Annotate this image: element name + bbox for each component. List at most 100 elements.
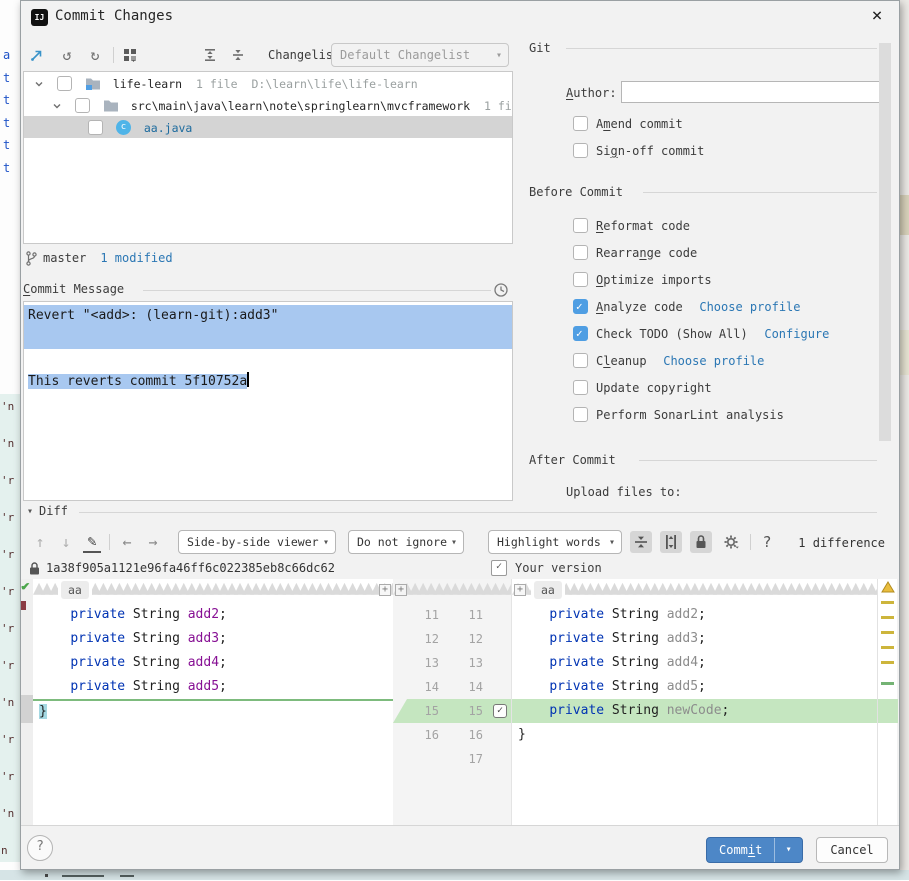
expand-collapsed-icon[interactable]: + bbox=[514, 584, 526, 596]
history-clock-icon[interactable] bbox=[493, 282, 509, 298]
checkbox-reformat-code[interactable] bbox=[573, 218, 588, 233]
line-number: 16 bbox=[469, 723, 483, 747]
diff-collapse-chevron-icon[interactable]: ▾ bbox=[27, 506, 33, 517]
line-number: 11 bbox=[425, 603, 439, 627]
highlight-select[interactable]: Highlight words▾ bbox=[488, 530, 622, 554]
tree-row-file-selected[interactable]: c aa.java bbox=[24, 116, 512, 138]
diff-section-header: Diff bbox=[39, 504, 68, 518]
move-to-changelist-icon[interactable] bbox=[29, 47, 49, 63]
checkbox-optimize-imports[interactable] bbox=[573, 272, 588, 287]
sonarlint-label: Perform SonarLint analysis bbox=[596, 408, 784, 422]
expand-all-icon[interactable] bbox=[202, 47, 222, 63]
section-divider bbox=[566, 48, 877, 49]
message-line-selected: Revert "<add>: (learn-git):add3" bbox=[24, 305, 512, 327]
folder-icon bbox=[103, 99, 119, 112]
checkbox-signoff-commit[interactable] bbox=[573, 143, 588, 158]
check-todo-option: Check TODO (Show All) Configure bbox=[573, 325, 829, 343]
checkbox-sonarlint[interactable] bbox=[573, 407, 588, 422]
author-input[interactable] bbox=[621, 81, 883, 103]
back-icon[interactable]: ← bbox=[118, 532, 136, 552]
tree-row-directory[interactable]: src\main\java\learn\note\springlearn\mvc… bbox=[24, 94, 512, 116]
rearrange-code-label: Rearrange code bbox=[596, 246, 697, 260]
update-copyright-label: Update copyright bbox=[596, 381, 712, 395]
help-button[interactable]: ? bbox=[27, 835, 53, 861]
commit-dropdown-arrow-icon[interactable]: ▾ bbox=[775, 838, 802, 862]
line-number: 14 bbox=[469, 675, 483, 699]
check-todo-label: Check TODO (Show All) bbox=[596, 327, 748, 341]
line-number-row-inserted: 1515✓ bbox=[393, 699, 511, 723]
rearrange-code-option: Rearrange code bbox=[573, 244, 697, 262]
whitespace-value: Do not ignore bbox=[357, 535, 447, 549]
commit-button[interactable]: Commit ▾ bbox=[706, 837, 803, 863]
checkbox-cleanup[interactable] bbox=[573, 353, 588, 368]
choose-profile-link[interactable]: Choose profile bbox=[699, 300, 800, 314]
checkbox-update-copyright[interactable] bbox=[573, 380, 588, 395]
warning-stripe-mark[interactable] bbox=[881, 631, 894, 634]
author-label: Author: bbox=[566, 86, 617, 100]
warning-stripe-mark[interactable] bbox=[881, 616, 894, 619]
your-version-checkbox[interactable]: ✓ bbox=[491, 560, 507, 576]
sync-scroll-icon[interactable] bbox=[660, 531, 682, 553]
previous-difference-icon[interactable]: ↑ bbox=[31, 532, 49, 552]
checkbox-check-todo[interactable] bbox=[573, 326, 588, 341]
include-change-checkbox[interactable]: ✓ bbox=[493, 704, 507, 718]
code-line bbox=[512, 747, 878, 771]
undo-icon[interactable]: ↺ bbox=[57, 45, 77, 65]
configure-link[interactable]: Configure bbox=[764, 327, 829, 341]
diff-help-icon[interactable]: ? bbox=[759, 532, 775, 552]
viewer-select[interactable]: Side-by-side viewer▾ bbox=[178, 530, 336, 554]
background-right-strip bbox=[900, 0, 909, 880]
collapse-all-icon[interactable] bbox=[230, 47, 250, 63]
gear-icon[interactable] bbox=[720, 531, 742, 553]
expand-collapsed-icon[interactable]: + bbox=[379, 584, 391, 596]
optimize-imports-label: Optimize imports bbox=[596, 273, 712, 287]
checkbox-directory[interactable] bbox=[75, 98, 90, 113]
code-line: } bbox=[512, 723, 878, 747]
diff-right-pane[interactable]: ▲▲▲▲▲▲▲▲▲▲▲▲▲▲▲▲▲▲▲▲▲▲▲▲▲▲▲▲▲▲▲▲▲▲▲▲▲▲▲▲… bbox=[511, 579, 878, 825]
commit-button-label[interactable]: Commit bbox=[707, 838, 774, 862]
checkbox-file[interactable] bbox=[88, 120, 103, 135]
gutter-red-mark bbox=[21, 601, 26, 610]
tree-row-module[interactable]: life-learn 1 file D:\learn\life\life-lea… bbox=[24, 72, 512, 94]
group-by-icon[interactable] bbox=[122, 47, 144, 63]
signoff-commit-option: Sign-off commit bbox=[573, 142, 704, 160]
section-divider bbox=[639, 460, 877, 461]
code-line: private String add4; bbox=[33, 651, 393, 675]
warning-stripe-mark[interactable] bbox=[881, 601, 894, 604]
checkbox-module[interactable] bbox=[57, 76, 72, 91]
whitespace-select[interactable]: Do not ignore▾ bbox=[348, 530, 464, 554]
section-divider bbox=[143, 290, 491, 291]
line-number: 13 bbox=[469, 651, 483, 675]
message-line-empty bbox=[24, 349, 512, 371]
reformat-code-option: Reformat code bbox=[573, 217, 690, 235]
lock-icon[interactable] bbox=[690, 531, 712, 553]
expand-collapsed-icon[interactable]: + bbox=[395, 584, 407, 596]
chevron-down-icon: ▾ bbox=[496, 45, 502, 67]
change-stripe-mark[interactable] bbox=[881, 682, 894, 685]
modified-files-link[interactable]: 1 modified bbox=[100, 251, 172, 265]
checkbox-amend-commit[interactable] bbox=[573, 116, 588, 131]
choose-profile-link[interactable]: Choose profile bbox=[663, 354, 764, 368]
checkbox-rearrange-code[interactable] bbox=[573, 245, 588, 260]
checkbox-analyze-code[interactable] bbox=[573, 299, 588, 314]
edit-icon[interactable]: ✎ bbox=[83, 531, 101, 553]
chevron-expanded-icon[interactable] bbox=[34, 79, 44, 89]
warning-stripe-mark[interactable] bbox=[881, 646, 894, 649]
line-number-row: 1111 bbox=[393, 603, 511, 627]
options-scrollbar[interactable] bbox=[879, 43, 891, 441]
upload-files-label: Upload files to: bbox=[566, 485, 682, 499]
warning-stripe-mark[interactable] bbox=[881, 661, 894, 664]
forward-icon[interactable]: → bbox=[144, 532, 162, 552]
refresh-icon[interactable]: ↻ bbox=[85, 45, 105, 65]
changelist-select[interactable]: Default Changelist ▾ bbox=[331, 43, 509, 67]
error-stripe[interactable] bbox=[877, 579, 897, 825]
collapse-unchanged-icon[interactable] bbox=[630, 531, 652, 553]
next-difference-icon[interactable]: ↓ bbox=[57, 532, 75, 552]
diff-left-pane[interactable]: ▲▲▲▲▲▲▲▲▲▲▲▲▲▲▲▲▲▲▲▲▲▲▲▲▲▲▲▲▲▲▲▲▲▲▲▲▲▲▲▲… bbox=[33, 579, 394, 825]
right-pane-tab: aa bbox=[534, 581, 562, 599]
chevron-expanded-icon[interactable] bbox=[52, 101, 62, 111]
close-icon[interactable]: × bbox=[866, 5, 888, 27]
cancel-button[interactable]: Cancel bbox=[816, 837, 888, 863]
commit-message-editor[interactable]: Revert "<add>: (learn-git):add3" This re… bbox=[23, 301, 513, 501]
background-code-letters: attttt bbox=[0, 48, 10, 183]
